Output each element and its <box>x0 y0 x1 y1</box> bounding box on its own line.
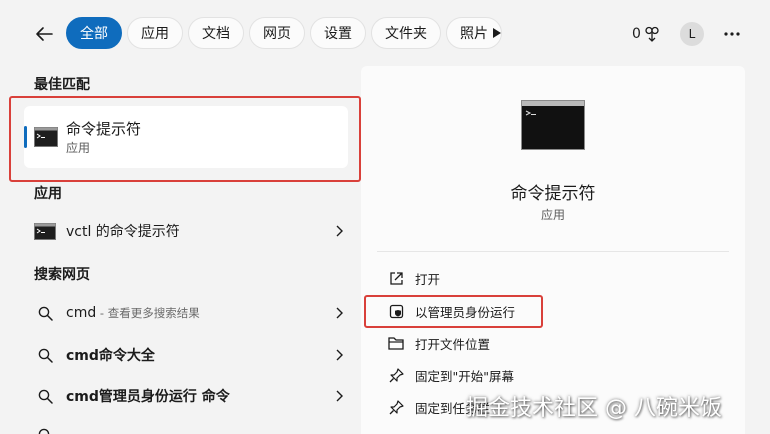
avatar[interactable]: L <box>680 22 704 46</box>
action-open-label: 打开 <box>415 271 441 287</box>
action-run-as-admin[interactable]: 以管理员身份运行 <box>377 296 729 326</box>
web-query: cmd <box>66 305 97 321</box>
chevron-right-icon <box>336 390 343 402</box>
best-match-header: 最佳匹配 <box>34 77 90 93</box>
web-result-cmd[interactable]: cmd - 查看更多搜索结果 <box>24 295 348 331</box>
chevron-right-icon <box>336 225 343 237</box>
watermark: 掘金技术社区 @ 八碗米饭 <box>466 396 722 421</box>
tab-documents[interactable]: 文档 <box>188 17 244 49</box>
action-run-as-admin-label: 以管理员身份运行 <box>415 304 516 320</box>
action-pin-to-start-label: 固定到"开始"屏幕 <box>415 368 514 384</box>
tab-folders[interactable]: 文件夹 <box>371 17 441 49</box>
back-arrow-icon <box>36 27 53 41</box>
app-result-label: vctl 的命令提示符 <box>66 224 180 240</box>
web-query: cmd管理员身份运行 命令 <box>66 389 230 405</box>
folder-icon <box>388 337 404 350</box>
back-button[interactable] <box>30 20 58 48</box>
rewards-points[interactable]: 0 <box>632 20 660 48</box>
action-open[interactable]: 打开 <box>377 263 729 293</box>
action-pin-to-start[interactable]: 固定到"开始"屏幕 <box>377 360 729 390</box>
web-query: cmd命令大全 <box>66 348 155 364</box>
more-tabs-button[interactable] <box>484 17 510 49</box>
filter-tabs: 全部 应用 文档 网页 设置 文件夹 照片 <box>66 17 502 49</box>
tab-all[interactable]: 全部 <box>66 17 122 49</box>
preview-subtitle: 应用 <box>540 208 565 222</box>
tab-apps[interactable]: 应用 <box>127 17 183 49</box>
points-value: 0 <box>632 26 641 42</box>
command-prompt-large-icon <box>521 100 585 150</box>
app-result-vctl[interactable]: vctl 的命令提示符 <box>24 213 348 249</box>
pin-icon <box>389 367 404 382</box>
best-match-result[interactable]: 命令提示符 应用 <box>24 106 348 168</box>
tab-settings[interactable]: 设置 <box>310 17 366 49</box>
shield-icon <box>389 304 403 318</box>
tab-web[interactable]: 网页 <box>249 17 305 49</box>
search-icon <box>38 306 53 321</box>
search-icon <box>38 348 53 363</box>
play-icon <box>493 28 501 38</box>
search-top-bar: 全部 应用 文档 网页 设置 文件夹 照片 0 L <box>0 0 770 66</box>
web-result-partial[interactable] <box>24 422 348 434</box>
best-match-subtitle: 应用 <box>66 141 91 155</box>
apps-header: 应用 <box>34 186 62 202</box>
open-icon <box>389 271 403 285</box>
search-icon <box>38 428 49 434</box>
trophy-icon <box>645 26 659 42</box>
web-query-hint: - 查看更多搜索结果 <box>96 306 200 320</box>
best-match-title: 命令提示符 <box>66 120 142 138</box>
action-open-file-location[interactable]: 打开文件位置 <box>377 328 729 358</box>
command-prompt-icon <box>34 222 56 240</box>
more-dots-icon <box>724 32 740 36</box>
chevron-right-icon <box>336 349 343 361</box>
more-options-button[interactable] <box>718 20 746 48</box>
search-icon <box>38 389 53 404</box>
action-open-file-location-label: 打开文件位置 <box>415 336 491 352</box>
selection-indicator <box>24 126 27 148</box>
preview-panel: 命令提示符 应用 打开 以管理员身份运行 打开文件位置 固定到"开始"屏幕 固定… <box>361 66 745 434</box>
web-result-cmd-admin[interactable]: cmd管理员身份运行 命令 <box>24 378 348 414</box>
web-result-cmd-commands[interactable]: cmd命令大全 <box>24 337 348 373</box>
chevron-right-icon <box>336 307 343 319</box>
pin-icon <box>389 399 404 414</box>
command-prompt-icon <box>34 127 58 147</box>
divider <box>377 251 729 252</box>
preview-title: 命令提示符 <box>510 184 596 204</box>
web-search-header: 搜索网页 <box>34 267 90 283</box>
